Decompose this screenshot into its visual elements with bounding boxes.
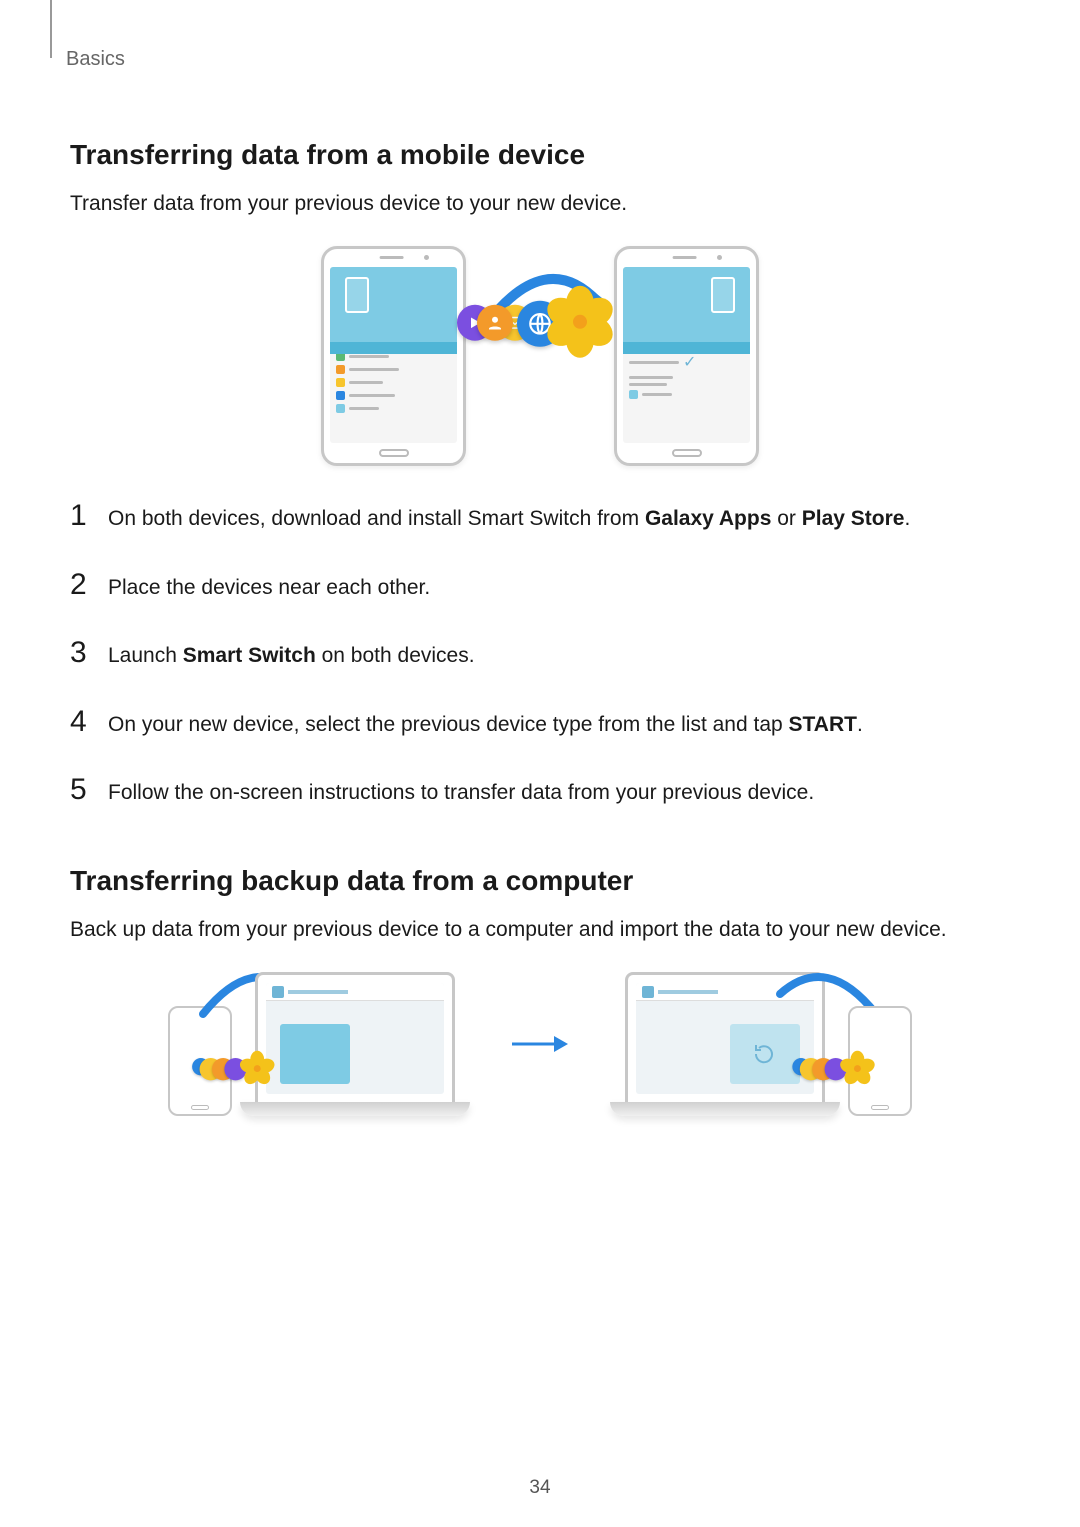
section-intro-mobile: Transfer data from your previous device … bbox=[70, 189, 1010, 218]
step-number: 4 bbox=[70, 702, 90, 743]
step-5: 5 Follow the on-screen instructions to t… bbox=[70, 770, 1010, 811]
gallery-flower-icon bbox=[240, 1051, 275, 1086]
step-text: Place the devices near each other. bbox=[108, 574, 430, 602]
data-icons-cluster bbox=[797, 1058, 915, 1084]
restore-icon bbox=[752, 1042, 776, 1066]
step-number: 1 bbox=[70, 496, 90, 537]
section-title-mobile: Transferring data from a mobile device bbox=[70, 139, 1010, 171]
step-text: Follow the on-screen instructions to tra… bbox=[108, 779, 814, 807]
transfer-arrow-icon bbox=[480, 266, 600, 346]
backup-to-computer-illustration bbox=[168, 972, 470, 1116]
step-text: On your new device, select the previous … bbox=[108, 711, 863, 739]
step-2: 2 Place the devices near each other. bbox=[70, 565, 1010, 606]
gallery-flower-icon bbox=[840, 1051, 875, 1086]
step-number: 5 bbox=[70, 770, 90, 811]
step-text: On both devices, download and install Sm… bbox=[108, 505, 910, 533]
section-title-computer: Transferring backup data from a computer bbox=[70, 865, 1010, 897]
step-4: 4 On your new device, select the previou… bbox=[70, 702, 1010, 743]
breadcrumb: Basics bbox=[66, 48, 1010, 71]
data-icons-cluster bbox=[197, 1058, 279, 1084]
steps-list-mobile: 1 On both devices, download and install … bbox=[70, 496, 1010, 811]
restore-to-phone-illustration bbox=[610, 972, 912, 1116]
step-number: 3 bbox=[70, 633, 90, 674]
step-1: 1 On both devices, download and install … bbox=[70, 496, 1010, 537]
header-divider bbox=[50, 0, 52, 58]
figure-mobile-transfer: ✓ bbox=[70, 246, 1010, 466]
target-phone-illustration: ✓ bbox=[614, 246, 759, 466]
gallery-flower-icon bbox=[545, 286, 615, 356]
figure-computer-transfer bbox=[70, 972, 1010, 1116]
section-intro-computer: Back up data from your previous device t… bbox=[70, 915, 1010, 944]
source-phone-illustration bbox=[321, 246, 466, 466]
contacts-icon bbox=[477, 304, 513, 340]
step-text: Launch Smart Switch on both devices. bbox=[108, 642, 475, 670]
arrow-right-icon bbox=[510, 1032, 570, 1056]
step-number: 2 bbox=[70, 565, 90, 606]
page-number: 34 bbox=[0, 1477, 1080, 1499]
step-3: 3 Launch Smart Switch on both devices. bbox=[70, 633, 1010, 674]
laptop-illustration bbox=[240, 972, 470, 1116]
